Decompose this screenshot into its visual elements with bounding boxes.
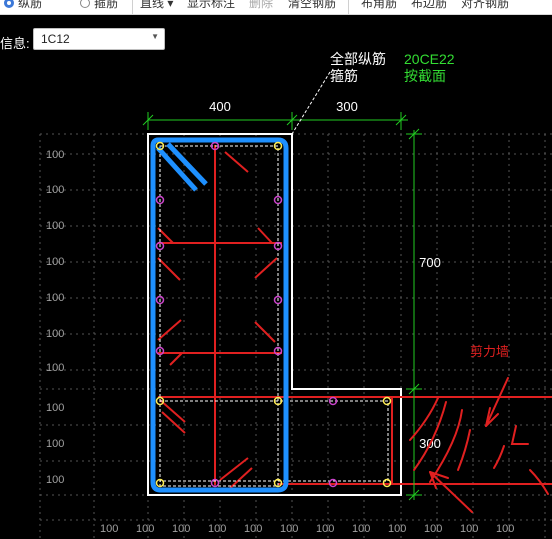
rebar-info-select[interactable]: 1C12 ▼ [33,28,165,50]
grid-label: 100 [46,402,64,414]
grid-label: 100 [172,523,190,535]
grid-label: 100 [46,256,64,268]
radio-unselected-icon [80,0,90,8]
legend-section: 按截面 [404,68,446,84]
info-label: 信息: [0,36,30,51]
dim-top-left: 400 [209,99,231,114]
radio-longitudinal[interactable]: 纵筋 [4,0,42,11]
show-annotation-button[interactable]: 显示标注 [187,0,235,11]
grid-label: 100 [496,523,514,535]
toolbar: 纵筋 箍筋 直线 ▾ 显示标注 删除 清空钢筋 布角筋 布边筋 对齐钢筋 [0,0,552,15]
arrange-rebar-button[interactable]: 布角筋 [361,0,397,11]
grid-label: 100 [46,438,64,450]
radio-selected-icon [4,0,14,8]
dim-top-right: 300 [336,99,358,114]
chevron-down-icon: ▾ [167,0,174,10]
grid-label: 100 [46,220,64,232]
grid-label: 100 [46,474,64,486]
grid-label: 100 [46,292,64,304]
grid-label: 100 [46,184,64,196]
grid-label: 100 [280,523,298,535]
info-bar: 信息: 1C12 ▼ [0,15,552,67]
line-dropdown[interactable]: 直线 ▾ [140,0,173,11]
grid-label: 100 [316,523,334,535]
shear-wall-label: 剪力墙 [470,344,509,359]
grid-label: 100 [208,523,226,535]
grid-label: 100 [460,523,478,535]
rebar-info-value: 1C12 [41,32,70,46]
drawing-canvas[interactable]: 100 100 100 100 100 100 100 100 100 100 100 100 100 1… [0,0,552,539]
grid-label: 100 [424,523,442,535]
grid-label: 100 [46,328,64,340]
grid-label: 100 [136,523,154,535]
toolbar-separator [348,0,349,14]
align-rebar-button[interactable]: 对齐钢筋 [461,0,509,11]
legend-stirrup: 箍筋 [330,68,358,84]
radio-stirrup[interactable]: 箍筋 [80,0,118,11]
grid-label: 100 [100,523,118,535]
dim-right-top: 700 [419,255,441,270]
delete-button[interactable]: 删除 [249,0,273,11]
grid-label: 100 [352,523,370,535]
edge-rebar-button[interactable]: 布边筋 [411,0,447,11]
grid-label: 100 [388,523,406,535]
grid-label: 100 [46,149,64,161]
grid-label: 100 [46,362,64,374]
canvas-background [0,0,552,539]
toolbar-separator [132,0,133,14]
grid-label: 100 [244,523,262,535]
clear-rebar-button[interactable]: 清空钢筋 [288,0,336,11]
chevron-down-icon: ▼ [151,32,159,41]
